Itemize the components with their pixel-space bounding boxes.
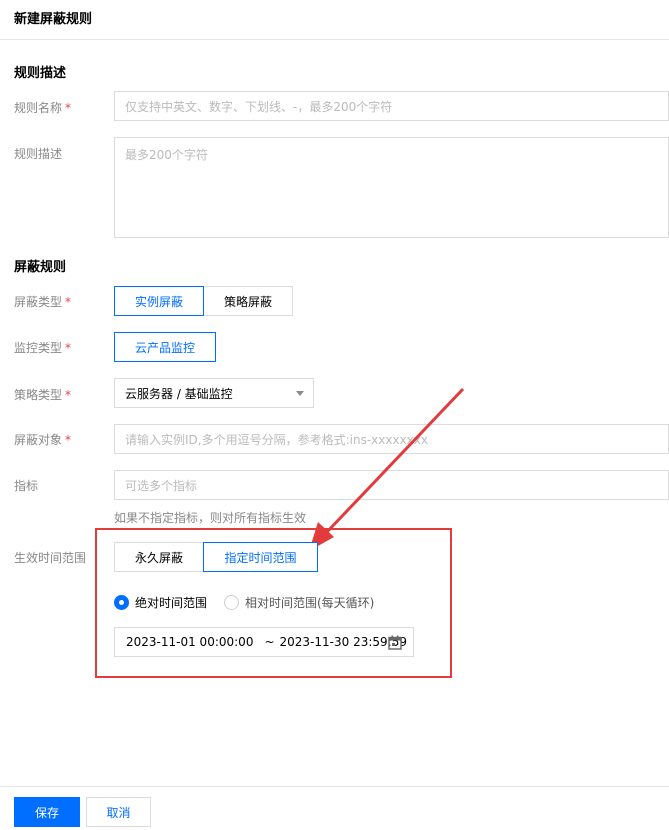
rule-name-input[interactable]: 仅支持中英文、数字、下划线、-，最多200个字符 [114,91,669,121]
page-title: 新建屏蔽规则 [14,12,93,27]
policy-type-label: 策略类型 * [14,388,72,402]
monitor-type-cloud-product-button[interactable]: 云产品监控 [114,332,216,362]
rule-name-label: 规则名称 * [14,101,72,115]
rule-description-textarea[interactable]: 最多200个字符 [114,137,669,238]
policy-type-select[interactable]: 云服务器 / 基础监控 [114,378,314,408]
shield-type-instance-button[interactable]: 实例屏蔽 [114,286,204,316]
policy-type-value: 云服务器 / 基础监控 [125,386,233,401]
shield-object-label: 屏蔽对象 * [14,433,72,447]
metric-label: 指标 [14,479,39,493]
save-button[interactable]: 保存 [14,797,80,827]
annotation-arrow-icon [309,387,465,551]
page-header: 新建屏蔽规则 [0,0,669,40]
specified-time-range-button[interactable]: 指定时间范围 [203,542,318,572]
section-title-rule-description: 规则描述 [14,66,67,81]
shield-type-policy-button[interactable]: 策略屏蔽 [203,286,293,316]
section-title-shield-rule: 屏蔽规则 [14,260,67,275]
shield-type-label: 屏蔽类型 * [14,295,72,309]
metric-hint: 如果不指定指标，则对所有指标生效 [114,511,307,525]
metric-input[interactable]: 可选多个指标 [114,470,669,500]
effective-time-label: 生效时间范围 [14,551,87,565]
cancel-button[interactable]: 取消 [86,797,151,827]
shield-object-input[interactable]: 请输入实例ID,多个用逗号分隔，参考格式:ins-xxxxxxxx [114,424,669,454]
rule-description-label: 规则描述 [14,147,63,161]
chevron-down-icon [296,391,304,396]
monitor-type-label: 监控类型 * [14,341,72,355]
